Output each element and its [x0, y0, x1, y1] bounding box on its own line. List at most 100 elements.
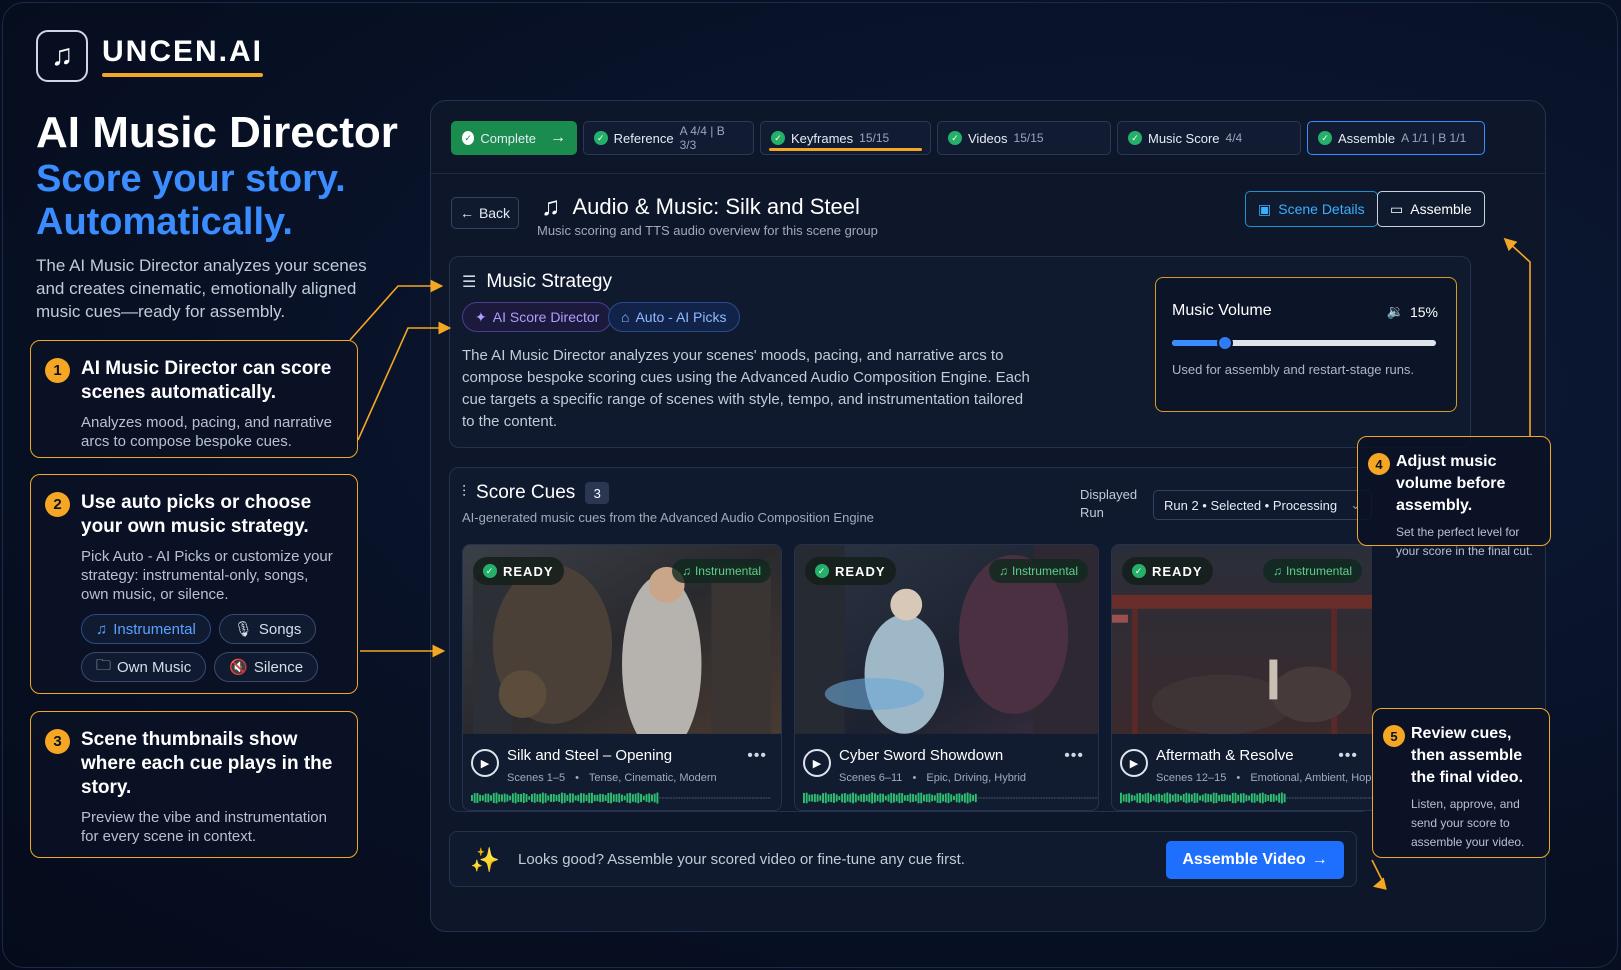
waveform-bar — [1120, 792, 1122, 804]
waveform-bar — [1010, 797, 1013, 799]
headline-tagline-2: Automatically. — [36, 201, 293, 243]
more-options-icon[interactable]: ••• — [1064, 747, 1084, 765]
assemble-video-button[interactable]: Assemble Video → — [1166, 841, 1344, 879]
brand: ♫ UNCEN.AI — [36, 30, 264, 82]
waveform-bar — [1313, 797, 1316, 799]
audio-waveform[interactable] — [1120, 791, 1372, 805]
score-cues-subtitle: AI-generated music cues from the Advance… — [462, 510, 874, 525]
waveform-bar — [762, 797, 765, 799]
waveform-bar — [539, 793, 542, 803]
waveform-bar — [963, 793, 966, 803]
headline-title: AI Music Director — [36, 108, 398, 157]
volume-slider-handle[interactable] — [1216, 335, 1233, 351]
more-options-icon[interactable]: ••• — [747, 747, 767, 765]
waveform-bar — [1302, 797, 1305, 799]
waveform-bar — [541, 792, 544, 804]
instrumental-tag: ♫ Instrumental — [671, 559, 771, 583]
audio-waveform[interactable] — [471, 791, 771, 805]
callout-3: 3 Scene thumbnails show where each cue p… — [30, 711, 358, 858]
waveform-bar — [634, 793, 637, 803]
chip-own-music[interactable]: 🗀 Own Music — [81, 652, 207, 682]
scene-thumbnail[interactable]: ✓ READY ♫ Instrumental — [463, 545, 781, 735]
auto-ai-picks-pill[interactable]: ⌂ Auto - AI Picks — [608, 302, 740, 332]
waveform-bar — [711, 797, 713, 799]
chip-songs[interactable]: 🎙 Songs — [218, 614, 317, 644]
play-icon[interactable]: ▶ — [803, 749, 831, 777]
chip-instrumental[interactable]: ♫ Instrumental — [81, 614, 211, 644]
waveform-bar — [746, 797, 749, 799]
waveform-bar — [702, 797, 705, 799]
step-complete[interactable]: ✓ Complete → — [451, 121, 577, 155]
waveform-bar — [819, 795, 822, 801]
cue-card[interactable]: ✓ READY ♫ Instrumental ▶ Silk and Steel – … — [462, 544, 782, 811]
play-icon[interactable]: ▶ — [471, 749, 499, 777]
waveform-bar — [481, 795, 484, 801]
callout-1: 1 AI Music Director can score scenes aut… — [30, 340, 358, 458]
check-icon: ✓ — [1128, 131, 1142, 145]
check-icon: ✓ — [594, 131, 608, 145]
waveform-bar — [939, 792, 942, 804]
waveform-bar — [1319, 797, 1321, 799]
waveform-bar — [1147, 792, 1150, 804]
chip-silence[interactable]: 🔇 Silence — [214, 652, 319, 682]
waveform-bar — [1160, 794, 1163, 802]
strategy-description: The AI Music Director analyzes your scen… — [462, 347, 1030, 430]
waveform-bar — [1177, 794, 1180, 802]
waveform-bar — [1097, 797, 1098, 799]
waveform-bar — [1196, 793, 1199, 803]
waveform-bar — [873, 793, 876, 803]
waveform-bar — [931, 794, 934, 802]
waveform-bar — [580, 793, 582, 803]
waveform-bar — [966, 792, 969, 804]
callout-number: 2 — [45, 492, 70, 517]
waveform-bar — [1150, 794, 1152, 802]
waveform-bar — [923, 794, 925, 802]
waveform-bar — [1267, 795, 1270, 801]
audio-waveform[interactable] — [803, 791, 1099, 805]
scene-thumbnail[interactable]: ✓ READY ♫ Instrumental — [1112, 545, 1372, 735]
waveform-bar — [1261, 792, 1264, 804]
back-button[interactable]: ← Back — [451, 197, 519, 229]
play-icon[interactable]: ▶ — [1120, 749, 1148, 777]
waveform-bar — [593, 794, 596, 802]
waveform-bar — [1048, 797, 1051, 799]
waveform-bar — [983, 797, 985, 799]
ai-score-director-pill[interactable]: ✦ AI Score Director — [462, 302, 613, 332]
waveform-bar — [1362, 797, 1365, 799]
run-select[interactable]: Run 2 • Selected • Processing ⌄ — [1153, 490, 1372, 520]
scene-thumbnail[interactable]: ✓ READY ♫ Instrumental — [795, 545, 1098, 735]
waveform-bar — [681, 797, 683, 799]
waveform-bar — [1220, 794, 1223, 802]
waveform-bar — [672, 797, 675, 799]
more-options-icon[interactable]: ••• — [1338, 747, 1358, 765]
step-reference[interactable]: ✓ Reference A 4/4 | B 3/3 — [583, 121, 754, 155]
step-music-score[interactable]: ✓ Music Score 4/4 — [1117, 121, 1301, 155]
waveform-bar — [1368, 797, 1371, 799]
waveform-bar — [1351, 797, 1354, 799]
assemble-button[interactable]: ▭ Assemble — [1377, 191, 1485, 227]
waveform-bar — [1056, 797, 1059, 799]
waveform-bar — [830, 793, 833, 803]
volume-slider[interactable] — [1172, 335, 1436, 351]
scene-details-button[interactable]: ▣ Scene Details — [1245, 191, 1378, 227]
step-assemble[interactable]: ✓ Assemble A 1/1 | B 1/1 — [1307, 121, 1485, 155]
waveform-bar — [865, 794, 868, 802]
check-icon: ✓ — [462, 131, 475, 145]
waveform-bar — [1075, 797, 1078, 799]
waveform-bar — [824, 792, 827, 804]
waveform-bar — [991, 797, 994, 799]
waveform-bar — [511, 793, 514, 803]
waveform-bar — [517, 794, 520, 802]
waveform-bar — [574, 795, 577, 801]
cue-card[interactable]: ✓ READY ♫ Instrumental ▶ Aftermath & Resol… — [1111, 544, 1372, 811]
waveform-bar — [1059, 797, 1062, 799]
step-keyframes[interactable]: ✓ Keyframes 15/15 — [760, 121, 931, 155]
waveform-bar — [555, 794, 558, 802]
step-videos[interactable]: ✓ Videos 15/15 — [937, 121, 1111, 155]
waveform-bar — [1300, 797, 1302, 799]
waveform-bar — [1289, 797, 1291, 799]
waveform-bar — [689, 797, 692, 799]
cue-card[interactable]: ✓ READY ♫ Instrumental ▶ Cyber Sword Showd… — [794, 544, 1099, 811]
music-strategy-header: ☰ Music Strategy — [462, 271, 612, 292]
waveform-bar — [492, 793, 495, 803]
